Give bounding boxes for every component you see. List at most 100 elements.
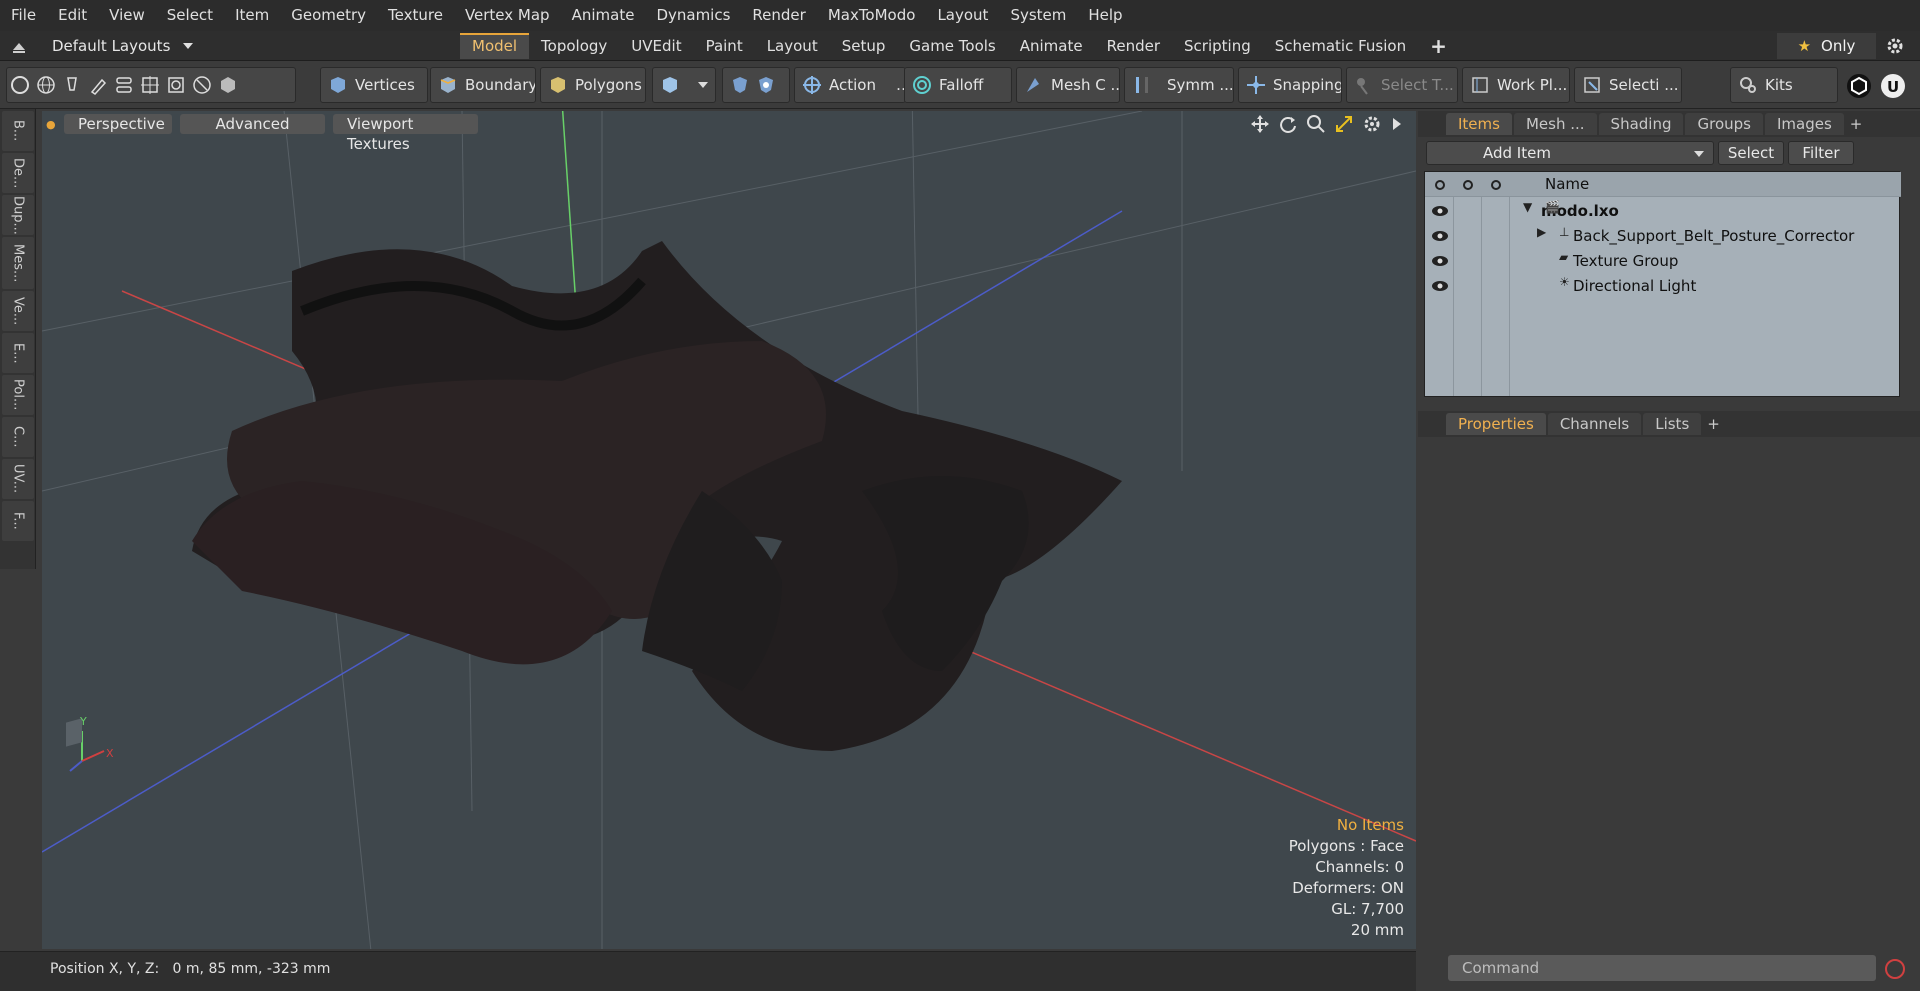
vtab-vertex[interactable]: Ve... bbox=[2, 291, 34, 331]
name-column-header[interactable]: Name bbox=[1545, 175, 1589, 193]
collapse-up-icon[interactable] bbox=[8, 35, 30, 57]
viewport-options-dot[interactable]: ● bbox=[46, 118, 56, 131]
visibility-eye-icon[interactable] bbox=[1431, 205, 1449, 217]
element-select-icon[interactable] bbox=[165, 74, 187, 96]
list-item[interactable]: Directional Light bbox=[1425, 273, 1901, 298]
tab-groups[interactable]: Groups bbox=[1685, 113, 1763, 135]
auto-select-icon[interactable] bbox=[191, 74, 213, 96]
menu-dynamics[interactable]: Dynamics bbox=[645, 0, 741, 31]
tab-animate[interactable]: Animate bbox=[1008, 33, 1095, 59]
command-input[interactable]: Command bbox=[1448, 955, 1876, 981]
axes-header-icon[interactable] bbox=[1488, 178, 1504, 192]
shield-star-icon[interactable] bbox=[755, 74, 777, 96]
expand-right-icon[interactable] bbox=[1390, 114, 1404, 134]
vtab-mesh-edit[interactable]: Mes... bbox=[2, 237, 34, 289]
zoom-view-icon[interactable] bbox=[1306, 114, 1326, 134]
list-item[interactable]: modo.lxo bbox=[1425, 198, 1901, 223]
tab-channels[interactable]: Channels bbox=[1547, 413, 1642, 435]
vertices-mode-button[interactable]: Vertices bbox=[320, 67, 428, 103]
tab-images[interactable]: Images bbox=[1764, 113, 1844, 135]
visibility-eye-icon[interactable] bbox=[1431, 230, 1449, 242]
viewport-settings-icon[interactable] bbox=[1362, 114, 1382, 134]
move-view-icon[interactable] bbox=[1250, 114, 1270, 134]
record-macro-icon[interactable] bbox=[1882, 956, 1908, 982]
menu-layout[interactable]: Layout bbox=[926, 0, 999, 31]
list-item[interactable]: Texture Group bbox=[1425, 248, 1901, 273]
only-toggle[interactable]: ★ Only bbox=[1777, 33, 1876, 59]
menu-select[interactable]: Select bbox=[156, 0, 224, 31]
menu-texture[interactable]: Texture bbox=[377, 0, 454, 31]
tab-shading[interactable]: Shading bbox=[1598, 113, 1684, 135]
filter-button[interactable]: Filter bbox=[1788, 141, 1854, 165]
symmetry-button[interactable]: Symm ... bbox=[1124, 67, 1234, 103]
select-through-button[interactable]: Select T... bbox=[1346, 67, 1458, 103]
tab-schematic-fusion[interactable]: Schematic Fusion bbox=[1263, 33, 1418, 59]
add-item-button[interactable]: Add Item bbox=[1426, 141, 1714, 165]
view-type-dropdown[interactable]: Perspective bbox=[64, 114, 172, 134]
add-tab-button[interactable]: + bbox=[1418, 33, 1459, 59]
boundary-mode-button[interactable]: Boundary bbox=[430, 67, 536, 103]
menu-view[interactable]: View bbox=[98, 0, 156, 31]
unity-icon[interactable] bbox=[1846, 73, 1872, 99]
shield-icon[interactable] bbox=[729, 74, 751, 96]
selection-sets-button[interactable]: Selecti ... bbox=[1574, 67, 1682, 103]
tab-topology[interactable]: Topology bbox=[529, 33, 619, 59]
tab-model[interactable]: Model bbox=[460, 33, 530, 59]
falloff-button[interactable]: Falloff bbox=[904, 67, 1012, 103]
kits-button[interactable]: Kits bbox=[1730, 67, 1838, 103]
tab-layout[interactable]: Layout bbox=[755, 33, 830, 59]
vtab-basic[interactable]: B... bbox=[2, 111, 34, 151]
maximize-view-icon[interactable] bbox=[1334, 114, 1354, 134]
viewport-textures-dropdown[interactable]: Viewport Textures bbox=[333, 114, 478, 153]
pen-tool-icon[interactable] bbox=[87, 74, 109, 96]
grid-icon[interactable] bbox=[139, 74, 161, 96]
item-type-dropdown[interactable] bbox=[652, 67, 716, 103]
vtab-duplicate[interactable]: Dup... bbox=[2, 195, 34, 235]
tab-items[interactable]: Items bbox=[1446, 113, 1512, 135]
tab-uvedit[interactable]: UVEdit bbox=[619, 33, 693, 59]
menu-edit[interactable]: Edit bbox=[47, 0, 98, 31]
snapping-button[interactable]: Snapping bbox=[1238, 67, 1342, 103]
lasso-icon[interactable] bbox=[61, 74, 83, 96]
tab-render[interactable]: Render bbox=[1095, 33, 1172, 59]
3d-viewport[interactable]: Y X ● Perspective Advanced Viewport Text… bbox=[42, 111, 1416, 949]
layout-selector[interactable]: Default Layouts bbox=[8, 31, 194, 61]
menu-render[interactable]: Render bbox=[741, 0, 816, 31]
tab-lists[interactable]: Lists bbox=[1643, 413, 1702, 435]
posture-belt-model[interactable] bbox=[192, 241, 1122, 751]
tab-game-tools[interactable]: Game Tools bbox=[897, 33, 1007, 59]
add-panel-tab-button[interactable]: + bbox=[1850, 115, 1863, 133]
vtab-edge[interactable]: E... bbox=[2, 333, 34, 373]
tab-scripting[interactable]: Scripting bbox=[1172, 33, 1263, 59]
vtab-deform[interactable]: De... bbox=[2, 153, 34, 193]
lock-header-icon[interactable] bbox=[1460, 178, 1476, 192]
eye-header-icon[interactable] bbox=[1432, 178, 1448, 192]
expand-arrow-icon[interactable]: ▼ bbox=[1523, 200, 1532, 214]
vtab-uv[interactable]: UV... bbox=[2, 459, 34, 499]
globe-icon[interactable] bbox=[35, 74, 57, 96]
vtab-fusion[interactable]: F... bbox=[2, 501, 34, 541]
visibility-eye-icon[interactable] bbox=[1431, 280, 1449, 292]
paint-select-icon[interactable] bbox=[113, 74, 135, 96]
circle-select-icon[interactable] bbox=[9, 74, 31, 96]
vtab-curve[interactable]: C... bbox=[2, 417, 34, 457]
menu-maxtomodo[interactable]: MaxToModo bbox=[817, 0, 927, 31]
polygons-mode-button[interactable]: Polygons bbox=[540, 67, 646, 103]
menu-system[interactable]: System bbox=[999, 0, 1077, 31]
mesh-constraints-button[interactable]: Mesh C ... bbox=[1016, 67, 1120, 103]
menu-help[interactable]: Help bbox=[1077, 0, 1133, 31]
tab-properties[interactable]: Properties bbox=[1446, 413, 1546, 435]
tab-paint[interactable]: Paint bbox=[694, 33, 755, 59]
collapse-arrow-icon[interactable]: ▶ bbox=[1537, 225, 1546, 239]
menu-geometry[interactable]: Geometry bbox=[280, 0, 377, 31]
select-button[interactable]: Select bbox=[1718, 141, 1784, 165]
visibility-eye-icon[interactable] bbox=[1431, 255, 1449, 267]
gear-icon[interactable] bbox=[1884, 35, 1906, 57]
item-mode-icon[interactable] bbox=[217, 74, 239, 96]
rotate-view-icon[interactable] bbox=[1278, 114, 1298, 134]
add-panel-tab-button[interactable]: + bbox=[1707, 415, 1720, 433]
menu-animate[interactable]: Animate bbox=[561, 0, 646, 31]
menu-vertex-map[interactable]: Vertex Map bbox=[454, 0, 561, 31]
list-item[interactable]: Back_Support_Belt_Posture_Corrector bbox=[1425, 223, 1901, 248]
work-plane-button[interactable]: Work Pl... bbox=[1462, 67, 1570, 103]
